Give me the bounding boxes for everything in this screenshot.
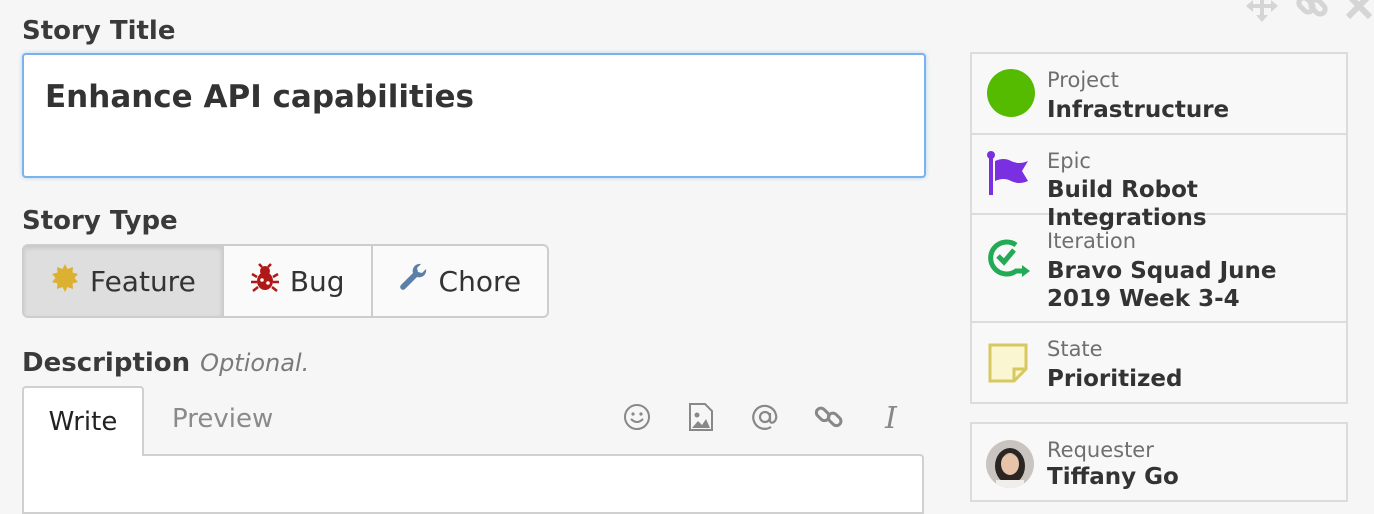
description-title: Description (22, 348, 191, 378)
close-icon[interactable] (1344, 0, 1374, 21)
tab-write[interactable]: Write (22, 386, 144, 456)
mention-icon[interactable] (748, 400, 782, 434)
link-icon[interactable] (1294, 0, 1330, 24)
story-type-label: Story Type (22, 206, 178, 236)
feature-star-icon (50, 263, 80, 300)
iteration-key: Iteration (1047, 229, 1137, 253)
epic-flag-icon (986, 151, 1032, 201)
tab-preview[interactable]: Preview (172, 404, 273, 434)
story-title-input[interactable]: Enhance API capabilities (22, 53, 926, 178)
project-value: Infrastructure (1047, 97, 1230, 123)
description-label: Description Optional. (22, 348, 309, 378)
state-key: State (1047, 337, 1103, 361)
bug-icon (250, 262, 280, 300)
iteration-value: Bravo Squad June 2019 Week 3-4 (1047, 258, 1277, 312)
image-icon[interactable] (684, 400, 718, 434)
story-type-chore-label: Chore (438, 264, 522, 298)
iteration-row[interactable]: Iteration Bravo Squad June 2019 Week 3-4 (972, 215, 1346, 323)
avatar (986, 440, 1034, 492)
wrench-icon (399, 263, 429, 300)
italic-icon[interactable]: I (876, 400, 910, 434)
requester-row[interactable]: Requester Tiffany Go (970, 422, 1348, 502)
optional-hint: Optional. (200, 349, 310, 377)
story-type-feature-label: Feature (90, 264, 196, 298)
state-note-icon (986, 341, 1030, 389)
project-color-icon (986, 68, 1036, 122)
epic-row[interactable]: Epic Build Robot Integrations (972, 135, 1346, 231)
story-title-value: Enhance API capabilities (45, 79, 474, 115)
story-type-selector: Feature Bug Chore (22, 244, 550, 318)
description-editor[interactable] (22, 454, 924, 514)
story-type-bug-label: Bug (289, 264, 345, 298)
link-icon[interactable] (812, 400, 846, 434)
iteration-icon (986, 237, 1032, 283)
requester-key: Requester (1047, 438, 1154, 462)
story-details-panel: Project Infrastructure Epic Build Robot … (970, 52, 1348, 404)
story-title-label: Story Title (22, 16, 176, 46)
story-type-chore-button[interactable]: Chore (373, 246, 548, 316)
story-type-bug-button[interactable]: Bug (224, 246, 373, 316)
project-key: Project (1047, 68, 1119, 92)
story-type-feature-button[interactable]: Feature (24, 246, 224, 316)
project-row[interactable]: Project Infrastructure (972, 54, 1346, 135)
state-row[interactable]: State Prioritized (972, 323, 1346, 402)
move-icon[interactable] (1244, 0, 1280, 24)
state-value: Prioritized (1047, 366, 1183, 392)
emoji-icon[interactable] (620, 400, 654, 434)
svg-text:I: I (884, 402, 898, 432)
requester-value: Tiffany Go (1047, 464, 1179, 490)
editor-toolbar: I (620, 400, 910, 434)
epic-key: Epic (1047, 149, 1091, 173)
window-actions (1244, 0, 1374, 24)
